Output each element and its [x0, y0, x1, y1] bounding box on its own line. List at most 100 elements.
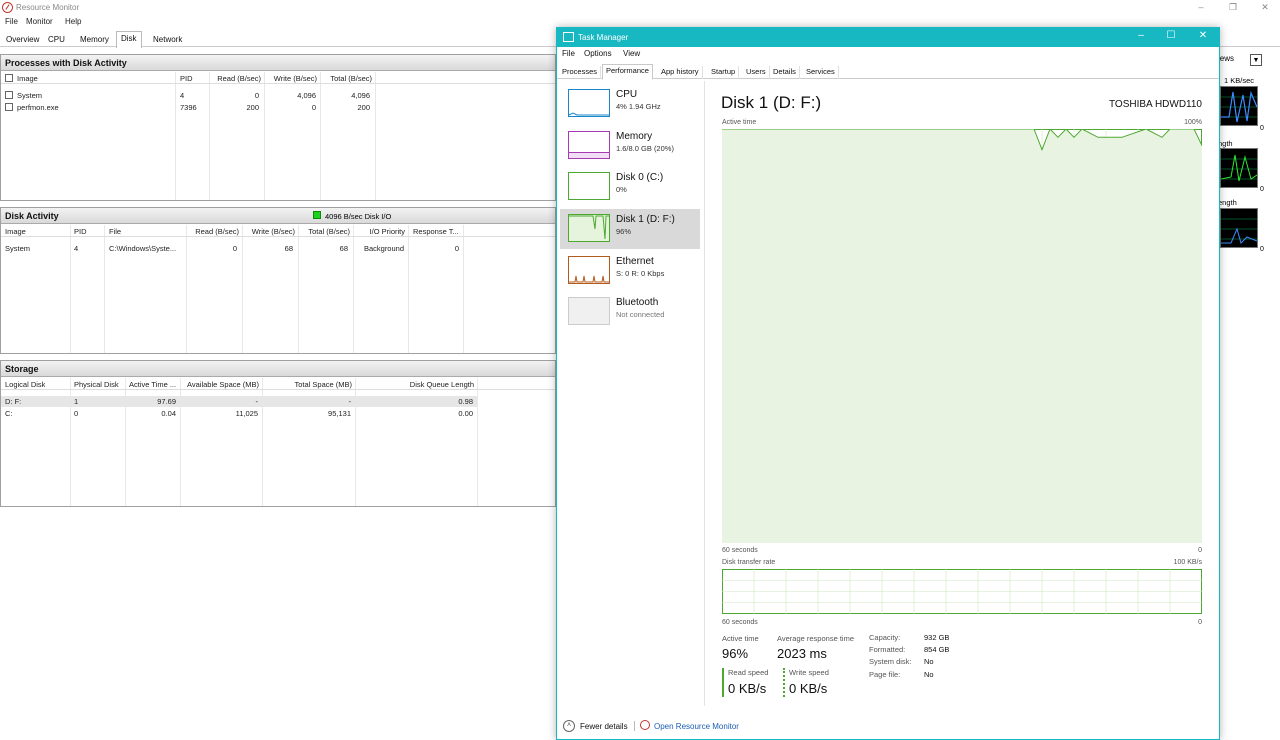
views-dropdown-icon[interactable]: ▼	[1250, 54, 1262, 66]
disk1-thumb-svg	[569, 215, 609, 240]
col-total[interactable]: Total (B/sec)	[320, 74, 372, 83]
col-read[interactable]: Read (B/sec)	[209, 74, 261, 83]
sidebar-item-name: CPU	[616, 89, 638, 100]
sidebar-item-name: Disk 1 (D: F:)	[616, 214, 675, 225]
ethernet-thumb-svg	[569, 275, 609, 283]
sidebar-item-memory[interactable]: Memory 1.6/8.0 GB (20%)	[560, 126, 700, 166]
disk-detail-panel: Disk 1 (D: F:) TOSHIBA HDWD110 Active ti…	[705, 81, 1219, 711]
col-file[interactable]: File	[109, 227, 121, 236]
disk-activity-header[interactable]: Disk Activity 4096 B/sec Disk I/O	[1, 208, 555, 224]
col-active-time[interactable]: Active Time ...	[129, 380, 179, 389]
disk-model-name: TOSHIBA HDWD110	[1109, 99, 1202, 110]
transfer-rate-graph	[722, 569, 1202, 614]
views-button-label[interactable]: iews	[1218, 54, 1234, 63]
tm-title-bar[interactable]: Task Manager – ☐ ✕	[557, 28, 1219, 47]
tab-users[interactable]: Users	[743, 66, 770, 79]
cell-total: 68	[339, 244, 348, 253]
ethernet-thumbnail	[568, 256, 610, 284]
memory-thumb-fill	[569, 152, 609, 158]
table-row[interactable]: D: F: 1 97.69 - - 0.98	[1, 396, 477, 407]
column-divider	[104, 225, 105, 353]
col-total[interactable]: Total (B/sec)	[298, 227, 350, 236]
queue-mini-graph	[1220, 208, 1258, 248]
storage-header[interactable]: Storage	[1, 361, 555, 377]
restore-icon[interactable]: ❐	[1225, 2, 1241, 13]
col-pid[interactable]: PID	[180, 74, 193, 83]
maximize-icon[interactable]: ☐	[1161, 30, 1181, 45]
col-available-space[interactable]: Available Space (MB)	[180, 380, 259, 389]
col-disk-queue-length[interactable]: Disk Queue Length	[355, 380, 474, 389]
formatted-value: 854 GB	[924, 645, 950, 654]
cell-active-time: 0.04	[161, 409, 176, 418]
col-response-time[interactable]: Response T...	[413, 227, 463, 236]
column-divider	[463, 225, 464, 353]
cell-logical-disk: C:	[5, 409, 13, 418]
col-image[interactable]: Image	[17, 74, 38, 83]
task-manager-window: Task Manager – ☐ ✕ File Options View Pro…	[556, 27, 1220, 740]
rm-menu-file[interactable]: File	[5, 17, 18, 26]
cell-logical-disk: D: F:	[5, 397, 22, 406]
tm-menu-options[interactable]: Options	[584, 49, 612, 58]
sidebar-item-disk1[interactable]: Disk 1 (D: F:) 96%	[560, 209, 700, 249]
col-image[interactable]: Image	[5, 227, 26, 236]
tab-app-history[interactable]: App history	[658, 66, 703, 79]
col-pid[interactable]: PID	[74, 227, 87, 236]
col-total-space[interactable]: Total Space (MB)	[262, 380, 352, 389]
queue-graph-label: ength	[1218, 198, 1237, 207]
tm-window-title: Task Manager	[578, 33, 629, 42]
col-write[interactable]: Write (B/sec)	[242, 227, 295, 236]
col-logical-disk[interactable]: Logical Disk	[5, 380, 45, 389]
rm-tab-cpu[interactable]: CPU	[44, 33, 69, 47]
disk-graph-scale: 1 KB/sec	[1224, 76, 1255, 85]
sidebar-item-sub: 96%	[616, 227, 632, 236]
rm-tab-overview[interactable]: Overview	[2, 33, 43, 47]
rm-tab-disk[interactable]: Disk	[116, 31, 142, 48]
col-read[interactable]: Read (B/sec)	[186, 227, 239, 236]
tab-services[interactable]: Services	[803, 66, 839, 79]
sidebar-item-ethernet[interactable]: Ethernet S: 0 R: 0 Kbps	[560, 251, 700, 291]
rm-tab-memory[interactable]: Memory	[76, 33, 113, 47]
active-time-stat-label: Active time	[722, 634, 759, 643]
tab-processes[interactable]: Processes	[559, 66, 602, 79]
sidebar-item-bluetooth[interactable]: Bluetooth Not connected	[560, 292, 700, 332]
tm-menu-file[interactable]: File	[562, 49, 575, 58]
cpu-thumb-svg	[568, 112, 609, 116]
col-write[interactable]: Write (B/sec)	[264, 74, 317, 83]
resource-monitor-icon	[2, 2, 13, 13]
cell-total: 200	[357, 103, 370, 112]
cell-disk-queue-length: 0.00	[458, 409, 473, 418]
close-icon[interactable]: ✕	[1257, 2, 1273, 13]
minimize-icon[interactable]: –	[1193, 2, 1209, 12]
tab-startup[interactable]: Startup	[708, 66, 740, 79]
tab-performance[interactable]: Performance	[602, 64, 653, 80]
row-checkbox[interactable]	[5, 103, 13, 111]
processes-section: Processes with Disk Activity Image PID R…	[0, 54, 556, 201]
rm-tab-network[interactable]: Network	[149, 33, 186, 47]
open-resource-monitor-link[interactable]: Open Resource Monitor	[654, 722, 739, 731]
rm-menu-help[interactable]: Help	[65, 17, 81, 26]
write-speed-marker	[783, 668, 785, 697]
tab-details[interactable]: Details	[770, 66, 800, 79]
sidebar-item-cpu[interactable]: CPU 4% 1.94 GHz	[560, 84, 700, 124]
queue-mini-graph-svg	[1221, 218, 1258, 244]
close-icon[interactable]: ✕	[1193, 30, 1213, 45]
fewer-details-button[interactable]: Fewer details	[580, 722, 628, 731]
read-speed-value: 0 KB/s	[728, 681, 767, 696]
x-axis-left-label: 60 seconds	[722, 547, 758, 554]
rm-menu-bar: File Monitor Help	[0, 16, 600, 29]
rm-menu-monitor[interactable]: Monitor	[26, 17, 53, 26]
chevron-up-icon[interactable]: ˄	[563, 720, 575, 732]
sidebar-item-disk0[interactable]: Disk 0 (C:) 0%	[560, 167, 700, 207]
select-all-checkbox[interactable]	[5, 74, 13, 82]
table-row[interactable]: C: 0 0.04 11,025 95,131 0.00	[1, 408, 477, 419]
sidebar-item-sub: S: 0 R: 0 Kbps	[616, 269, 665, 278]
col-physical-disk[interactable]: Physical Disk	[74, 380, 119, 389]
minimize-icon[interactable]: –	[1131, 30, 1151, 45]
col-io-priority[interactable]: I/O Priority	[353, 227, 405, 236]
sidebar-item-sub: 4% 1.94 GHz	[616, 102, 661, 111]
processes-header[interactable]: Processes with Disk Activity	[1, 55, 555, 71]
row-checkbox[interactable]	[5, 91, 13, 99]
read-speed-marker	[722, 668, 724, 697]
active-time-graph	[722, 129, 1202, 543]
tm-menu-view[interactable]: View	[623, 49, 640, 58]
